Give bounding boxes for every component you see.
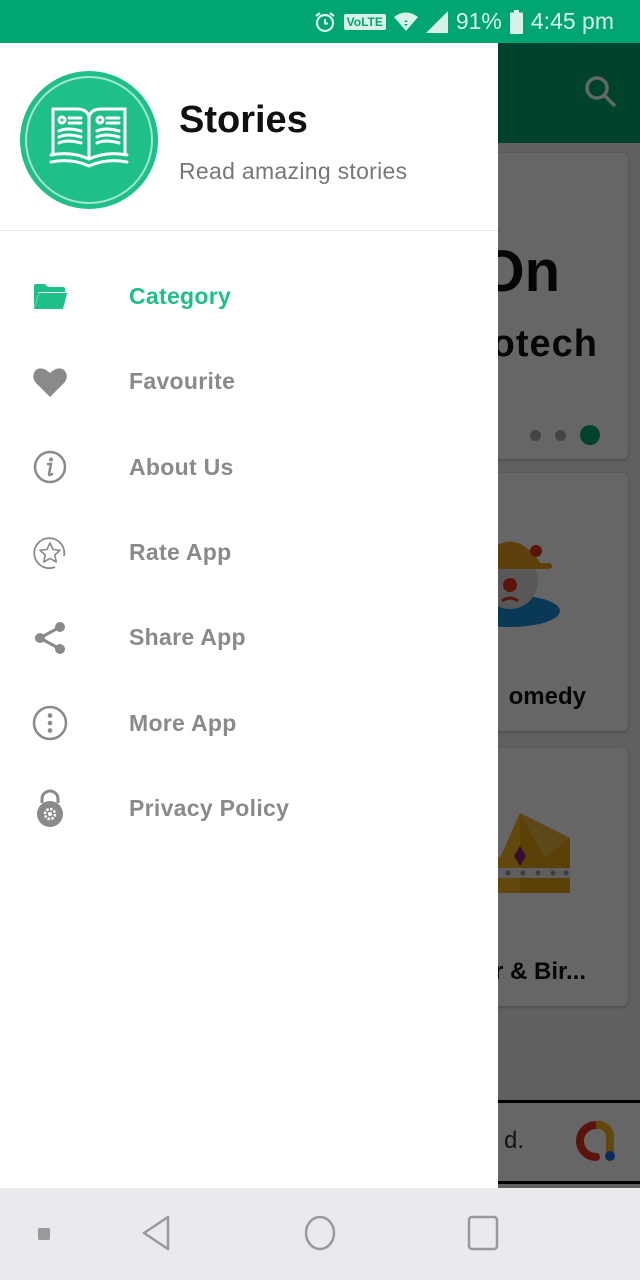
folder-icon xyxy=(32,279,68,315)
signal-icon xyxy=(425,10,448,33)
drawer-header: Stories Read amazing stories xyxy=(0,43,498,231)
menu-dot-button[interactable] xyxy=(38,1228,50,1240)
menu-item-more-app[interactable]: More App xyxy=(0,680,498,765)
menu-label: About Us xyxy=(129,453,234,480)
lock-gear-icon xyxy=(32,790,68,828)
menu-item-privacy-policy[interactable]: Privacy Policy xyxy=(0,766,498,851)
logo-ring xyxy=(25,76,153,204)
menu-item-category[interactable]: Category xyxy=(0,254,498,339)
share-icon xyxy=(32,620,68,656)
volte-icon: VoLTE xyxy=(343,13,386,30)
status-bar: VoLTE 91% 4:45 pm xyxy=(0,0,640,43)
navigation-drawer: Stories Read amazing stories Category Fa… xyxy=(0,43,498,1188)
recents-button[interactable] xyxy=(466,1214,500,1252)
app-logo xyxy=(20,71,158,209)
menu-label: More App xyxy=(129,709,237,736)
screen: VoLTE 91% 4:45 pm On otech xyxy=(0,0,640,1280)
alarm-icon xyxy=(314,11,336,33)
star-icon xyxy=(32,535,68,571)
wifi-icon xyxy=(393,12,418,32)
more-vertical-icon xyxy=(32,705,68,741)
app-title: Stories xyxy=(179,99,308,141)
heart-icon xyxy=(32,364,68,400)
home-button[interactable] xyxy=(303,1214,337,1252)
info-icon xyxy=(32,449,68,485)
menu-item-share-app[interactable]: Share App xyxy=(0,595,498,680)
menu-item-favourite[interactable]: Favourite xyxy=(0,339,498,424)
clock: 4:45 pm xyxy=(530,8,614,34)
battery-icon xyxy=(509,9,523,34)
menu-label: Share App xyxy=(129,624,246,651)
menu-label: Favourite xyxy=(129,368,236,395)
app-subtitle: Read amazing stories xyxy=(179,158,408,184)
menu-label: Rate App xyxy=(129,539,232,566)
menu-label: Category xyxy=(129,283,232,310)
menu-label: Privacy Policy xyxy=(129,794,290,821)
battery-percent: 91% xyxy=(455,8,502,34)
menu-item-rate-app[interactable]: Rate App xyxy=(0,510,498,595)
back-button[interactable] xyxy=(140,1214,172,1252)
system-nav-bar xyxy=(0,1188,640,1280)
menu-item-about-us[interactable]: About Us xyxy=(0,425,498,510)
drawer-menu: Category Favourite About Us Rate App Sha… xyxy=(0,254,498,851)
